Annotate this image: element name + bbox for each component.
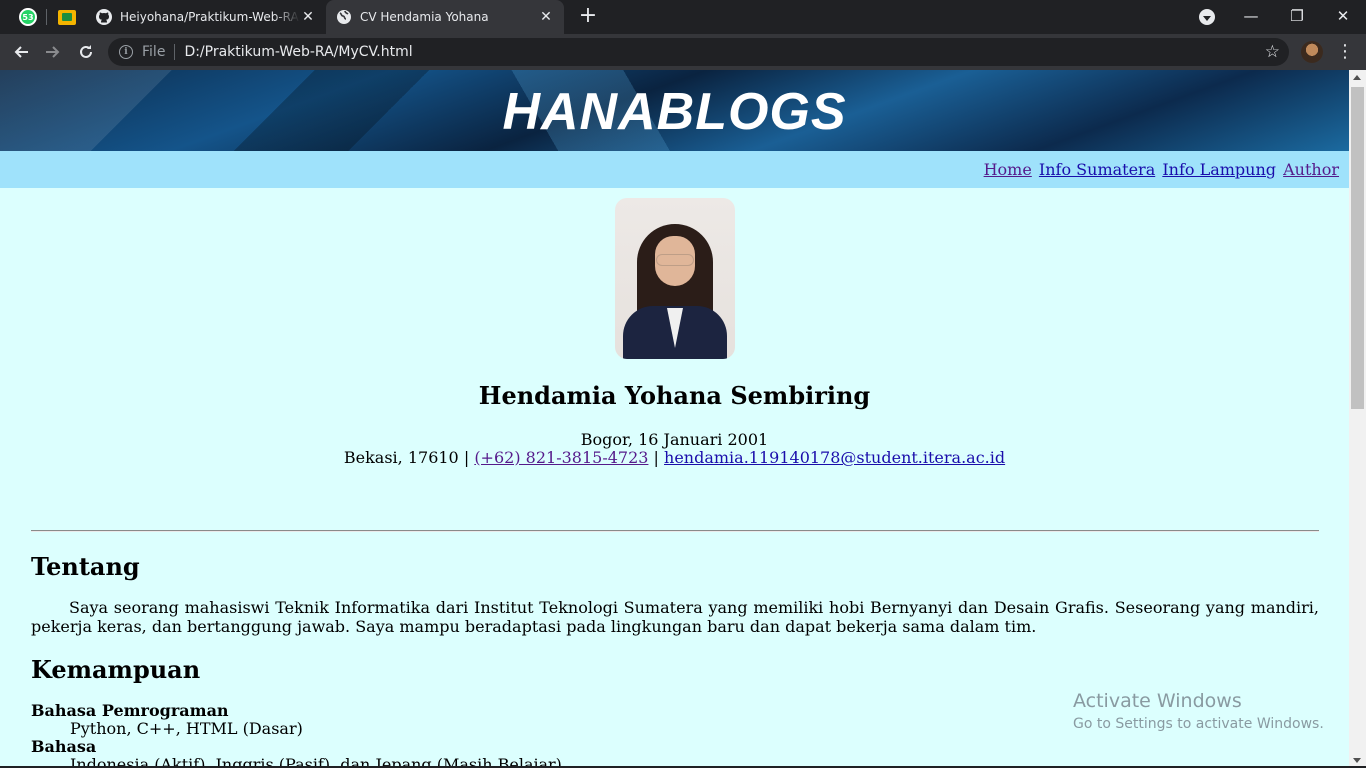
- tab-separator: [46, 9, 47, 25]
- address-bar[interactable]: i File D:/Praktikum-Web-RA/MyCV.html ☆: [108, 38, 1289, 66]
- minimize-button[interactable]: —: [1228, 0, 1274, 32]
- forward-button[interactable]: [39, 38, 67, 66]
- tab-github[interactable]: Heiyohana/Praktikum-Web-RA at ✕: [86, 0, 326, 34]
- header-banner: HANABLOGS: [0, 70, 1349, 151]
- tab-close-button[interactable]: ✕: [538, 9, 554, 25]
- about-paragraph: Saya seorang mahasiswi Teknik Informatik…: [31, 598, 1319, 636]
- github-icon: [96, 9, 112, 25]
- bookmark-star-icon[interactable]: ☆: [1265, 42, 1280, 62]
- separator: |: [653, 448, 659, 467]
- browser-toolbar: i File D:/Praktikum-Web-RA/MyCV.html ☆ ⋮: [0, 34, 1366, 70]
- tab-strip: 53 Heiyohana/Praktikum-Web-RA at ✕ CV He…: [0, 0, 1366, 34]
- back-button[interactable]: [7, 38, 35, 66]
- activate-windows-watermark: Activate Windows Go to Settings to activ…: [1073, 690, 1324, 732]
- window-close-button[interactable]: ✕: [1320, 0, 1366, 32]
- watermark-subtitle: Go to Settings to activate Windows.: [1073, 716, 1324, 732]
- tab-cv[interactable]: CV Hendamia Yohana ✕: [326, 0, 564, 34]
- nav-link-info-sumatera[interactable]: Info Sumatera: [1039, 160, 1155, 179]
- birth-info: Bogor, 16 Januari 2001: [580, 430, 769, 449]
- new-tab-button[interactable]: +: [576, 5, 600, 29]
- tab-title: Heiyohana/Praktikum-Web-RA at: [120, 10, 300, 24]
- forward-arrow-icon: [46, 46, 60, 58]
- google-classroom-icon: [58, 9, 76, 25]
- phone-link[interactable]: (+62) 821-3815-4723: [474, 448, 648, 467]
- address-separator: [174, 44, 176, 60]
- back-arrow-icon: [14, 46, 28, 58]
- divider: [31, 530, 1319, 532]
- tab-search-icon[interactable]: [1199, 9, 1215, 25]
- globe-icon: [336, 9, 352, 25]
- reload-icon: [80, 45, 92, 58]
- scrollbar-thumb[interactable]: [1351, 87, 1364, 409]
- pinned-tab-whatsapp[interactable]: 53: [17, 6, 39, 28]
- profile-avatar[interactable]: [1301, 41, 1323, 63]
- nav-link-author[interactable]: Author: [1283, 160, 1339, 179]
- whatsapp-icon: 53: [19, 8, 37, 26]
- site-nav: Home Info Sumatera Info Lampung Author: [0, 151, 1349, 188]
- watermark-title: Activate Windows: [1073, 690, 1242, 712]
- tab-close-button[interactable]: ✕: [300, 9, 316, 25]
- vertical-scrollbar[interactable]: [1349, 70, 1366, 768]
- contact-line: Bekasi, 17610 | (+62) 821-3815-4723 | he…: [0, 448, 1349, 467]
- scheme-label: File: [142, 44, 166, 60]
- profile-name: Hendamia Yohana Sembiring: [478, 381, 871, 410]
- section-heading-about: Tentang: [31, 552, 140, 581]
- url-text[interactable]: D:/Praktikum-Web-RA/MyCV.html: [184, 44, 1264, 60]
- site-title: HANABLOGS: [502, 83, 847, 141]
- restore-button[interactable]: ❐: [1274, 0, 1320, 32]
- tab-title: CV Hendamia Yohana: [360, 10, 489, 24]
- pinned-tab-classroom[interactable]: [56, 6, 78, 28]
- skill-term: Bahasa Pemrograman: [31, 701, 229, 720]
- separator: |: [463, 448, 470, 467]
- profile-photo: [615, 198, 735, 359]
- scroll-down-icon[interactable]: [1353, 758, 1361, 763]
- skill-desc: Python, C++, HTML (Dasar): [70, 719, 303, 738]
- email-link[interactable]: hendamia.119140178@student.itera.ac.id: [664, 448, 1005, 467]
- skill-term: Bahasa: [31, 737, 97, 756]
- nav-link-home[interactable]: Home: [984, 160, 1032, 179]
- kebab-menu-icon[interactable]: ⋮: [1336, 40, 1354, 64]
- page-viewport: HANABLOGS Home Info Sumatera Info Lampun…: [0, 70, 1349, 768]
- reload-button[interactable]: [72, 38, 100, 66]
- address-text: Bekasi, 17610: [343, 448, 459, 467]
- scroll-up-icon[interactable]: [1353, 75, 1361, 80]
- section-heading-skills: Kemampuan: [31, 655, 201, 684]
- info-icon[interactable]: i: [119, 45, 133, 59]
- nav-link-info-lampung[interactable]: Info Lampung: [1162, 160, 1276, 179]
